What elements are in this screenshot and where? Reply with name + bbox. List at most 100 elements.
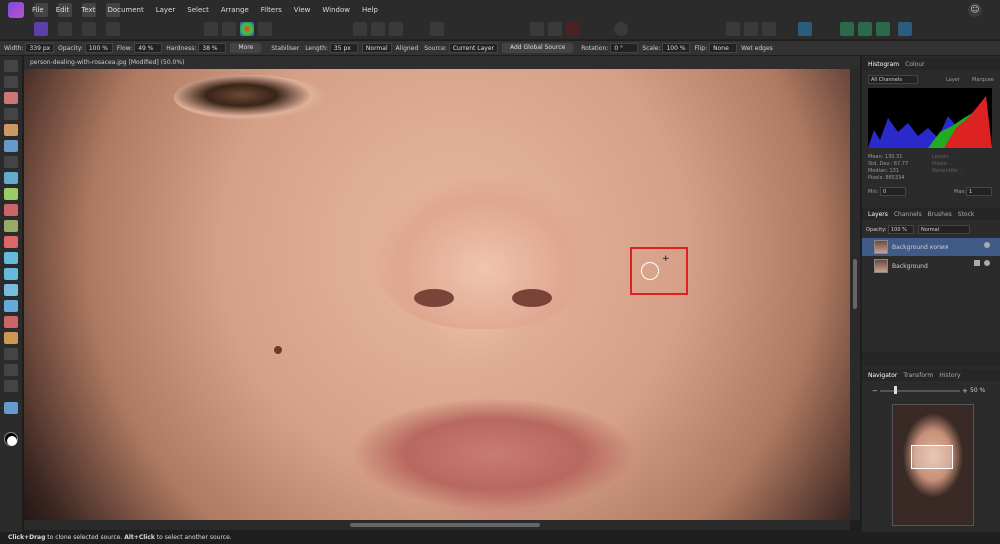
crop-tool-icon[interactable]	[4, 108, 18, 120]
smudge-brush-icon[interactable]	[4, 284, 18, 296]
paint-brush-icon[interactable]	[4, 204, 18, 216]
view-tool-icon[interactable]	[4, 60, 18, 72]
help-bubble-icon[interactable]	[614, 22, 628, 36]
user-account-icon[interactable]: ☺	[968, 3, 982, 17]
mesh-tool-icon[interactable]	[4, 380, 18, 392]
arrange-back-icon[interactable]	[726, 22, 740, 36]
studio-icon-1[interactable]	[840, 22, 854, 36]
curves-icon[interactable]	[222, 22, 236, 36]
source-select[interactable]: Current Layer	[448, 43, 498, 53]
zoom-slider[interactable]	[880, 390, 960, 392]
develop-persona-icon[interactable]	[82, 22, 96, 36]
inpainting-brush-icon[interactable]	[4, 268, 18, 280]
menu-help[interactable]: Help	[362, 6, 378, 14]
mesh-warp-icon[interactable]	[4, 316, 18, 328]
tab-channels[interactable]: Channels	[894, 211, 922, 218]
flood-select-icon[interactable]	[4, 140, 18, 152]
quick-mask-icon[interactable]	[353, 22, 367, 36]
more-button[interactable]: More	[230, 43, 262, 53]
tab-colour[interactable]: Colour	[905, 61, 924, 68]
visibility-icon[interactable]	[984, 242, 990, 248]
menu-filters[interactable]: Filters	[261, 6, 282, 14]
flip-select[interactable]: None	[709, 43, 738, 53]
photo-persona-icon[interactable]	[34, 22, 48, 36]
studio-icon-2[interactable]	[858, 22, 872, 36]
blur-brush-icon[interactable]	[4, 300, 18, 312]
color-picker-tool-icon[interactable]	[4, 92, 18, 104]
white-balance-icon[interactable]	[258, 22, 272, 36]
menu-text[interactable]: Text	[81, 6, 95, 14]
refine-icon[interactable]	[371, 22, 385, 36]
layer-opacity-field[interactable]: 100 %	[888, 225, 914, 234]
blemish-removal-icon[interactable]	[4, 252, 18, 264]
flow-field[interactable]: 49 %	[134, 43, 163, 53]
layer-row[interactable]: Background копия	[862, 238, 1000, 256]
scale-field[interactable]: 100 %	[662, 43, 691, 53]
vertical-scroll-thumb[interactable]	[853, 259, 857, 309]
tab-transform[interactable]: Transform	[903, 372, 933, 379]
arrange-forward-icon[interactable]	[744, 22, 758, 36]
marquee-tool-icon[interactable]	[4, 156, 18, 168]
arrange-front-icon[interactable]	[762, 22, 776, 36]
marquee-option[interactable]: Marquee	[972, 77, 994, 83]
tab-stock[interactable]: Stock	[958, 211, 975, 218]
zoom-level[interactable]: 50 %	[970, 387, 985, 394]
menu-file[interactable]: File	[32, 6, 44, 14]
menu-window[interactable]: Window	[322, 6, 350, 14]
studio-icon-4[interactable]	[898, 22, 912, 36]
flood-fill-icon[interactable]	[4, 188, 18, 200]
colour-wheel-icon[interactable]	[240, 22, 254, 36]
marquee-mode-icon[interactable]	[430, 22, 444, 36]
navigator-thumbnail[interactable]	[892, 404, 974, 526]
snapping-icon[interactable]	[530, 22, 544, 36]
menu-layer[interactable]: Layer	[156, 6, 176, 14]
menu-edit[interactable]: Edit	[56, 6, 70, 14]
horizontal-scroll-thumb[interactable]	[350, 523, 540, 527]
wet-edges-checkbox[interactable]: Wet edges	[741, 45, 773, 52]
zoom-in-icon[interactable]: +	[962, 387, 968, 395]
text-tool-icon[interactable]	[4, 364, 18, 376]
clone-brush-icon[interactable]	[4, 236, 18, 248]
zoom-out-icon[interactable]: −	[872, 387, 878, 395]
menu-view[interactable]: View	[294, 6, 311, 14]
tone-mapping-icon[interactable]	[106, 22, 120, 36]
tab-brushes[interactable]: Brushes	[928, 211, 952, 218]
document-tab[interactable]: person-dealing-with-rosacea.jpg [Modifie…	[24, 56, 860, 69]
tab-history[interactable]: History	[939, 372, 960, 379]
layer-blend-select[interactable]: Normal	[918, 225, 970, 234]
document-canvas[interactable]: +	[24, 69, 850, 520]
navigator-viewport[interactable]	[911, 445, 953, 469]
pen-tool-icon[interactable]	[4, 332, 18, 344]
length-field[interactable]: 35 px	[329, 43, 358, 53]
liquify-persona-icon[interactable]	[58, 22, 72, 36]
min-field[interactable]: 0	[880, 187, 906, 196]
align-icon[interactable]	[798, 22, 812, 36]
dodge-tool-icon[interactable]	[4, 220, 18, 232]
levels-icon[interactable]	[204, 22, 218, 36]
studio-icon-3[interactable]	[876, 22, 890, 36]
opacity-field[interactable]: 100 %	[84, 43, 113, 53]
horizontal-scrollbar[interactable]	[24, 520, 850, 530]
tab-navigator[interactable]: Navigator	[868, 372, 897, 379]
zoom-slider-thumb[interactable]	[894, 386, 897, 394]
move-tool-icon[interactable]	[4, 76, 18, 88]
secondary-colour-swatch[interactable]	[7, 436, 17, 446]
vertical-scrollbar[interactable]	[850, 69, 860, 520]
tab-layers[interactable]: Layers	[868, 211, 888, 218]
layer-option[interactable]: Layer	[946, 77, 960, 83]
menu-select[interactable]: Select	[187, 6, 209, 14]
assistant-icon[interactable]	[548, 22, 562, 36]
selection-brush-icon[interactable]	[4, 124, 18, 136]
add-global-source-button[interactable]: Add Global Source	[502, 43, 574, 53]
aligned-checkbox[interactable]: Aligned	[396, 45, 419, 52]
menu-arrange[interactable]: Arrange	[221, 6, 249, 14]
rotation-field[interactable]: 0 °	[610, 43, 639, 53]
record-macro-icon[interactable]	[566, 22, 580, 36]
tab-histogram[interactable]: Histogram	[868, 61, 899, 68]
blend-mode-select[interactable]: Normal	[361, 43, 392, 53]
max-field[interactable]: 1	[966, 187, 992, 196]
width-field[interactable]: 339 px	[25, 43, 55, 53]
rectangle-tool-icon[interactable]	[4, 348, 18, 360]
channel-select[interactable]: All Channels	[868, 75, 918, 84]
lock-icon[interactable]	[974, 260, 980, 266]
